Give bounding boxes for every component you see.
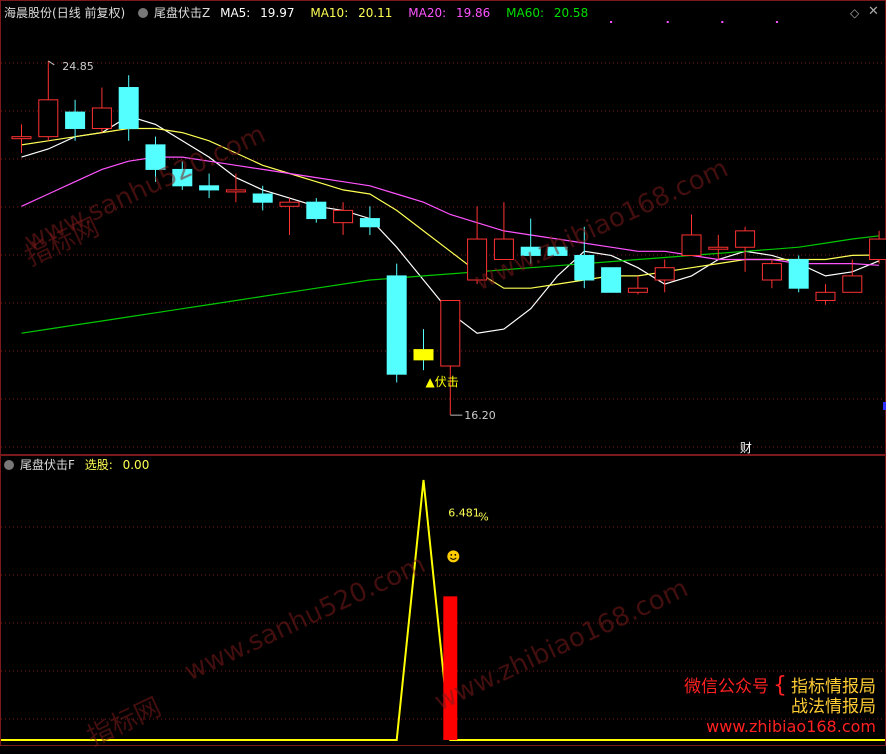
- candle-body: [11, 136, 32, 140]
- candle-body: [306, 201, 327, 220]
- indicator-panel-header: 尾盘伏击F 选股: 0.00: [4, 455, 161, 475]
- candle-body: [333, 209, 354, 224]
- candle-body: [467, 238, 488, 281]
- candle-body: [118, 87, 139, 129]
- candle-body: [199, 185, 220, 191]
- period-label[interactable]: (日线 前复权): [52, 6, 125, 20]
- candle-body: [440, 299, 461, 367]
- indicator-name[interactable]: 尾盘伏击Z: [154, 6, 210, 20]
- candle-body: [38, 99, 59, 138]
- candle-body: [547, 246, 568, 256]
- candle-body: [65, 111, 86, 129]
- low-price-label: 16.20: [464, 409, 496, 422]
- candle-body: [359, 218, 380, 228]
- candle-body: [735, 230, 756, 248]
- ma60-value: 20.58: [553, 6, 589, 20]
- candle-body: [386, 275, 407, 375]
- promo-url: www.zhibiao168.com: [706, 717, 876, 736]
- marker-dot: [666, 21, 669, 23]
- candle-body: [601, 267, 622, 293]
- candle-body: [91, 107, 112, 129]
- ma10-value: 20.11: [358, 6, 393, 20]
- panel-close-icon[interactable]: ✕: [868, 4, 879, 19]
- marker-dot: [610, 21, 613, 23]
- candle-body: [225, 189, 246, 193]
- candle-body: [842, 275, 863, 293]
- candle-body: [172, 168, 193, 187]
- xg-value: 0.00: [122, 458, 150, 472]
- panel-settings-diamond-icon[interactable]: ◇: [850, 6, 859, 20]
- indicator-toggle-icon[interactable]: [138, 7, 149, 18]
- candle-body: [252, 193, 273, 203]
- candle-body: [654, 267, 675, 281]
- stock-chart[interactable]: 24.85 16.20 ▲伏击财 6.481%: [0, 0, 886, 747]
- sub-indicator-toggle-icon[interactable]: [4, 459, 14, 470]
- sub-indicator-name[interactable]: 尾盘伏击F: [20, 458, 75, 472]
- candle-body: [493, 238, 514, 261]
- price-panel-header: 海晨股份(日线 前复权) 尾盘伏击Z MA5: 19.97 MA10: 20.1…: [4, 3, 600, 23]
- ma5-value: 19.97: [260, 6, 295, 20]
- ma20-label: MA20:: [408, 6, 447, 20]
- ma-line-ma20: [21, 156, 880, 266]
- smiley-eye: [450, 553, 453, 556]
- candle-body: [413, 349, 434, 361]
- smiley-icon: [447, 550, 460, 563]
- candle-body: [788, 259, 809, 289]
- candle-body: [145, 144, 166, 170]
- candle-body: [681, 234, 702, 256]
- high-price-label: 24.85: [62, 60, 94, 73]
- bar-value-label: 6.481: [448, 506, 480, 519]
- candle-body: [574, 254, 595, 281]
- candle-body: [708, 246, 729, 250]
- stock-name[interactable]: 海晨股份: [4, 6, 52, 20]
- promo-name-2: 战法情报局: [791, 697, 876, 717]
- finance-label: 财: [740, 441, 752, 455]
- marker-dot: [775, 21, 778, 23]
- ma60-label: MA60:: [506, 6, 545, 20]
- candle-body: [520, 246, 541, 256]
- candle-body: [815, 291, 836, 301]
- candle-body: [761, 263, 782, 281]
- value-bar: [443, 596, 458, 740]
- marker-dot: [721, 21, 724, 23]
- bar-unit-label: %: [478, 510, 488, 523]
- promo-wechat: 微信公众号: [684, 677, 769, 697]
- signal-label: ▲伏击: [426, 375, 459, 389]
- candle-body: [869, 238, 886, 261]
- ma10-label: MA10:: [310, 6, 349, 20]
- ma20-value: 19.86: [455, 6, 491, 20]
- ma5-label: MA5:: [220, 6, 251, 20]
- smiley-eye: [454, 553, 457, 556]
- promo-block: 微信公众号{指标情报局 战法情报局 www.zhibiao168.com: [666, 672, 876, 736]
- xg-label: 选股:: [84, 458, 113, 472]
- candle-body: [279, 201, 300, 207]
- candle-body: [627, 287, 648, 293]
